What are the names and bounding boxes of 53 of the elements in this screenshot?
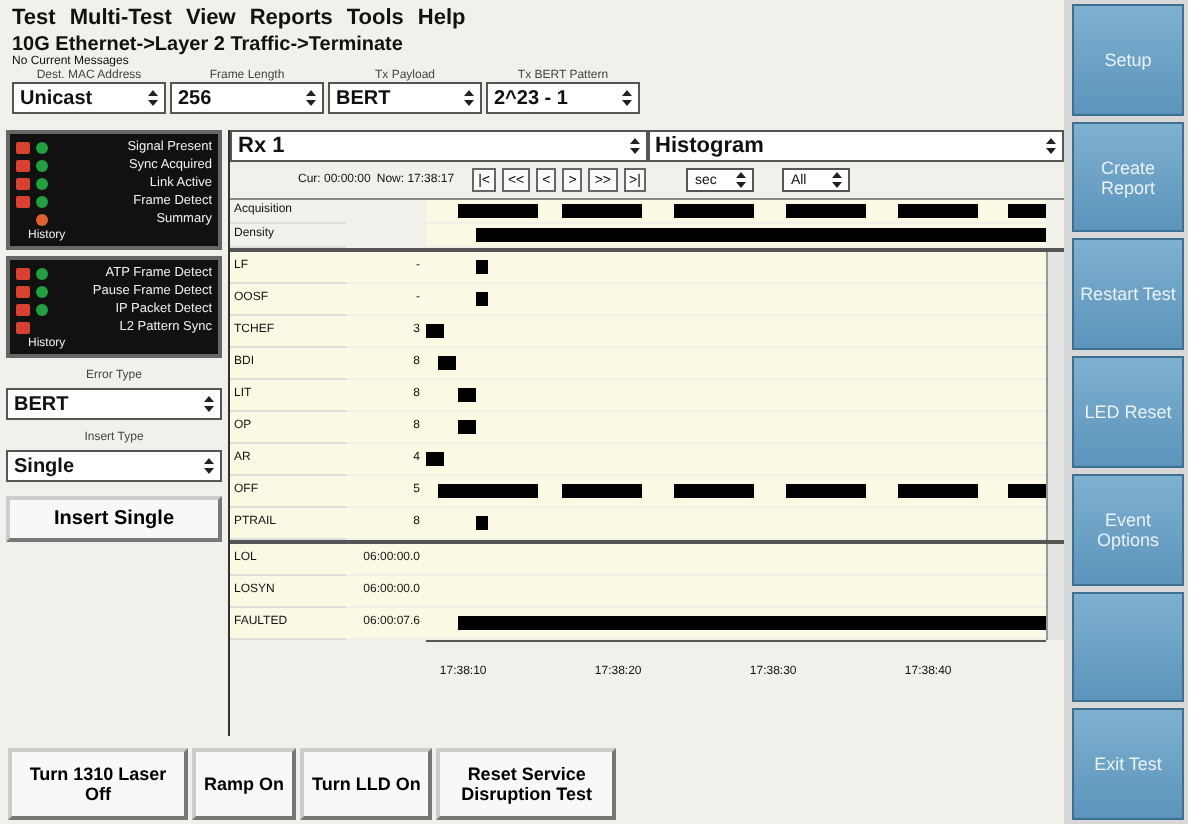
insert-button[interactable]: Insert Single (6, 496, 222, 542)
action-button[interactable]: Turn 1310 Laser Off (8, 748, 188, 820)
event-bar (438, 484, 538, 498)
spinner-arrows-icon (736, 172, 747, 188)
event-bar (897, 204, 978, 218)
spinner-arrows-icon (148, 90, 158, 106)
display-dropdown[interactable]: Histogram (647, 130, 1064, 162)
spinner-arrows-icon (204, 458, 214, 474)
test-title: 10G Ethernet->Layer 2 Traffic->Terminate (10, 32, 405, 56)
setting-dropdown[interactable]: 256 (170, 82, 324, 114)
spinner-arrows-icon (629, 138, 639, 154)
event-bar (426, 452, 445, 466)
spinner-arrows-icon (832, 172, 843, 188)
event-bar (457, 420, 476, 434)
event-bar (475, 516, 488, 530)
setting-dropdown[interactable]: BERT (328, 82, 482, 114)
menu-item[interactable]: Help (417, 6, 466, 30)
insert-type-dropdown[interactable]: Single (6, 450, 222, 482)
event-bar (562, 484, 643, 498)
action-button[interactable]: Ramp On (192, 748, 297, 820)
spinner-arrows-icon (622, 90, 632, 106)
scrollbar[interactable] (1046, 252, 1064, 540)
event-bar (674, 484, 755, 498)
spinner-arrows-icon (204, 396, 214, 412)
menu-item[interactable]: View (185, 6, 236, 30)
event-bar (426, 324, 445, 338)
menu-item[interactable]: Test (12, 6, 56, 30)
menu-item[interactable]: Reports (249, 6, 333, 30)
event-bar (1008, 204, 1046, 218)
event-bar (475, 292, 488, 306)
event-bar (457, 388, 476, 402)
source-dropdown[interactable]: Rx 1 (230, 130, 647, 162)
event-bar (897, 484, 978, 498)
menu-item[interactable]: Multi-Test (69, 6, 172, 30)
spinner-arrows-icon (464, 90, 474, 106)
action-button[interactable]: Reset Service Disruption Test (436, 748, 617, 820)
event-bar (562, 204, 643, 218)
setting-dropdown[interactable]: 2^23 - 1 (486, 82, 640, 114)
action-button[interactable]: Turn LLD On (300, 748, 433, 820)
event-bar (785, 204, 867, 218)
soft-key-button[interactable] (1072, 591, 1184, 703)
event-bar (457, 204, 538, 218)
error-type-dropdown[interactable]: BERT (6, 388, 222, 420)
spinner-arrows-icon (1046, 138, 1056, 154)
spinner-arrows-icon (306, 90, 316, 106)
scrollbar[interactable] (1046, 544, 1064, 640)
event-bar (1008, 484, 1046, 498)
setting-dropdown[interactable]: Unicast (12, 82, 166, 114)
menu-item[interactable]: Tools (346, 6, 404, 30)
event-bar (438, 356, 457, 370)
event-bar (475, 260, 488, 274)
event-bar (785, 484, 867, 498)
event-bar (674, 204, 755, 218)
